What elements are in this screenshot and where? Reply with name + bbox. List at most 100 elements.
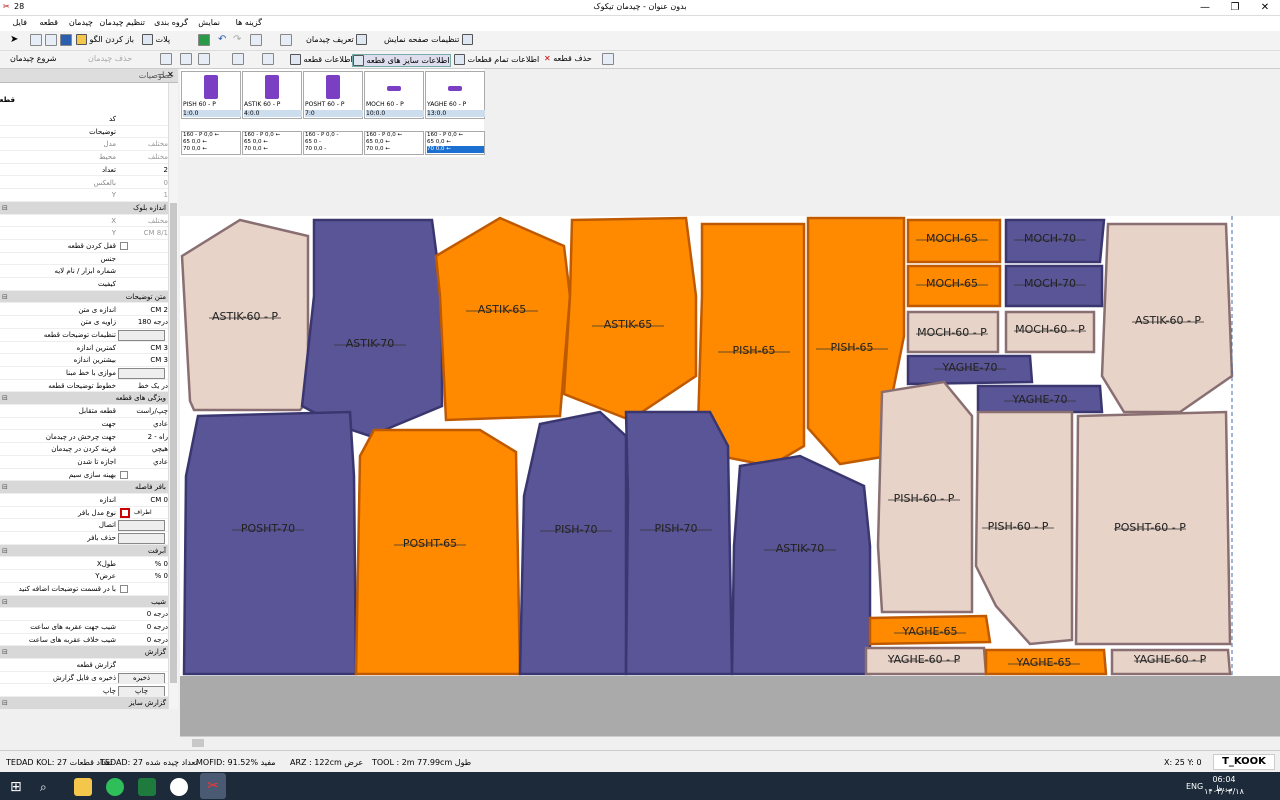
property-row[interactable]: جهت عادي — [0, 418, 168, 431]
property-row[interactable]: حذف بافر — [0, 532, 168, 545]
property-row[interactable]: موازی با خط مبنا — [0, 367, 168, 380]
open-file-icon[interactable] — [45, 34, 57, 46]
hscroll-thumb[interactable] — [192, 739, 204, 747]
property-row[interactable]: توضیحات — [0, 126, 168, 139]
restore-icon[interactable]: ❐ — [1220, 0, 1250, 16]
property-row[interactable]: Y 8/1 CM — [0, 227, 168, 240]
search-icon[interactable]: ⌕ — [40, 778, 58, 796]
property-row[interactable]: جهت چرخش در چیدمان راه - 2 — [0, 431, 168, 444]
property-row[interactable]: شیب جهت عقربه های ساعت درجه 0 — [0, 621, 168, 634]
size-row[interactable]: 160 - P 0,0 ← — [244, 132, 301, 139]
property-checkbox[interactable] — [120, 470, 128, 479]
property-row[interactable]: شیب خلاف عقربه های ساعت درجه 0 — [0, 634, 168, 647]
clear-layout-button[interactable]: حذف چیدمان — [88, 54, 132, 67]
pin-icon[interactable]: ⊣ — [157, 70, 164, 79]
piece-shape[interactable] — [182, 410, 358, 676]
property-row[interactable]: اندازه ی متن 2 CM — [0, 304, 168, 317]
layout-canvas[interactable]: ASTIK-60 - P ASTIK-70 ASTIK-65 ASTIK-65 PISH… — [180, 216, 1280, 676]
menu-grouping[interactable]: گروه بندی — [154, 18, 188, 27]
property-button[interactable] — [118, 533, 165, 544]
size-row[interactable]: 65 0 - — [305, 139, 362, 146]
panel-close-icon[interactable]: ✕ — [167, 70, 174, 79]
size-list[interactable]: 160 - P 0,0 ← 65 0,0 ← 70 0,0 ← — [364, 131, 424, 155]
piece-thumbnail[interactable]: MOCH 60 - P 10:0.0 — [364, 71, 424, 119]
property-value[interactable]: درجه 180 — [118, 318, 168, 326]
property-row[interactable]: عرضY 0 % — [0, 570, 168, 583]
edit-icon[interactable] — [602, 53, 614, 65]
pattern-piece[interactable]: YAGHE-70 — [906, 354, 1034, 386]
delete-piece-button[interactable]: حذف قطعه ✕ — [544, 54, 592, 67]
property-value[interactable]: 0 CM — [118, 496, 168, 504]
size-list[interactable]: 160 - P 0,0 ← 65 0,0 ← 70 0,0 ← — [242, 131, 302, 155]
properties-scrollbar[interactable] — [168, 83, 178, 709]
piece-shape[interactable] — [300, 218, 444, 438]
property-value[interactable]: در یک خط — [118, 382, 168, 390]
size-row[interactable]: 70 0,0 ← — [244, 146, 301, 153]
property-row[interactable]: ذخیره ی فایل گزارش ذخیره — [0, 672, 168, 685]
menu-options[interactable]: گزینه ها — [236, 18, 262, 27]
arrow-down-icon[interactable] — [232, 53, 244, 65]
scroll-thumb[interactable] — [170, 203, 177, 683]
pointer-icon[interactable]: ➤ — [10, 34, 22, 46]
property-row[interactable]: زاویه ی متن درجه 180 — [0, 316, 168, 329]
property-value[interactable]: 3 CM — [118, 356, 168, 364]
property-category[interactable]: ⊟ بافر فاصله — [0, 481, 168, 494]
property-row[interactable]: طولX 0 % — [0, 558, 168, 571]
save-icon[interactable] — [60, 34, 72, 46]
property-category[interactable]: ⊟ متن توضیحات — [0, 290, 168, 304]
start-layout-button[interactable]: شروع چیدمان — [10, 54, 56, 67]
size-row[interactable]: 70 0,0 ← — [427, 146, 484, 153]
menu-piece[interactable]: قطعه — [39, 18, 58, 27]
piece-shape[interactable] — [624, 410, 734, 676]
property-button[interactable]: چاپ — [118, 685, 165, 697]
property-value[interactable]: 3 CM — [118, 344, 168, 352]
close-icon[interactable]: ✕ — [1250, 0, 1280, 16]
page-display-settings-button[interactable]: تنظیمات صفحه نمایش — [384, 34, 473, 47]
windows-start-icon[interactable]: ⊞ — [10, 778, 28, 796]
pattern-piece[interactable]: MOCH-60 - P — [1004, 310, 1096, 354]
pattern-piece[interactable]: POSHT-65 — [354, 428, 522, 676]
property-value[interactable]: 0 % — [118, 572, 168, 580]
property-value[interactable]: راه - 2 — [118, 433, 168, 441]
property-row[interactable]: جنس — [0, 253, 168, 266]
property-value[interactable]: درجه 0 — [118, 636, 168, 644]
property-value[interactable]: مختلف — [118, 140, 168, 148]
redo-icon[interactable]: ↷ — [233, 34, 245, 46]
property-row[interactable]: کمترین اندازه 3 CM — [0, 342, 168, 355]
define-layout-button[interactable]: تعریف چیدمان — [306, 34, 368, 47]
property-value[interactable]: 2 — [118, 166, 168, 174]
pattern-piece[interactable]: ASTIK-70 — [300, 218, 444, 438]
size-row[interactable]: 65 0,0 ← — [366, 139, 423, 146]
all-pieces-info-button[interactable]: اطلاعات تمام قطعات — [454, 54, 539, 67]
size-list[interactable]: 160 - P 0,0 -65 0 -70 0,0 - — [303, 131, 363, 155]
menu-layout-settings[interactable]: تنظیم چیدمان — [99, 18, 145, 27]
property-row[interactable]: قفل کردن قطعه — [0, 240, 168, 253]
pattern-piece[interactable]: PISH-60 - P — [876, 380, 974, 614]
size-list[interactable]: 160 - P 0,0 ← 65 0,0 ← 70 0,0 ← — [425, 131, 485, 155]
tikook-app-icon[interactable]: ✂ — [200, 773, 226, 799]
pattern-piece[interactable]: POSHT-70 — [182, 410, 358, 676]
property-row[interactable]: چاپ چاپ — [0, 685, 168, 698]
pattern-piece[interactable]: YAGHE-70 — [976, 384, 1104, 414]
property-row[interactable]: بیشترین اندازه 3 CM — [0, 354, 168, 367]
pattern-piece[interactable]: MOCH-65 — [906, 218, 1002, 264]
property-row[interactable]: درجه 0 — [0, 608, 168, 621]
property-row[interactable]: قطعه متقابل چپ/راست — [0, 405, 168, 418]
pattern-piece[interactable]: MOCH-60 - P — [906, 310, 1000, 354]
property-value[interactable]: 1 — [118, 191, 168, 199]
property-row[interactable]: بالعکس 0 — [0, 177, 168, 190]
property-checkbox[interactable] — [120, 242, 128, 250]
property-value[interactable]: چپ/راست — [118, 407, 168, 415]
grid-icon[interactable] — [160, 53, 172, 65]
pattern-piece[interactable]: YAGHE-60 - P — [864, 646, 988, 676]
piece-thumbnail[interactable]: ASTIK 60 - P 4:0.0 — [242, 71, 302, 119]
pattern-piece[interactable]: ASTIK-60 - P — [180, 218, 310, 412]
property-value[interactable]: مختلف — [118, 217, 168, 225]
property-row[interactable]: خطوط توضیحات قطعه در یک خط — [0, 380, 168, 393]
piece-shape[interactable] — [434, 216, 572, 422]
size-row[interactable]: 65 0,0 ← — [427, 139, 484, 146]
piece-shape[interactable] — [518, 410, 628, 676]
property-row[interactable]: کد — [0, 113, 168, 126]
property-value[interactable]: عادي — [118, 458, 168, 466]
plot-button[interactable]: پلات — [142, 34, 170, 47]
